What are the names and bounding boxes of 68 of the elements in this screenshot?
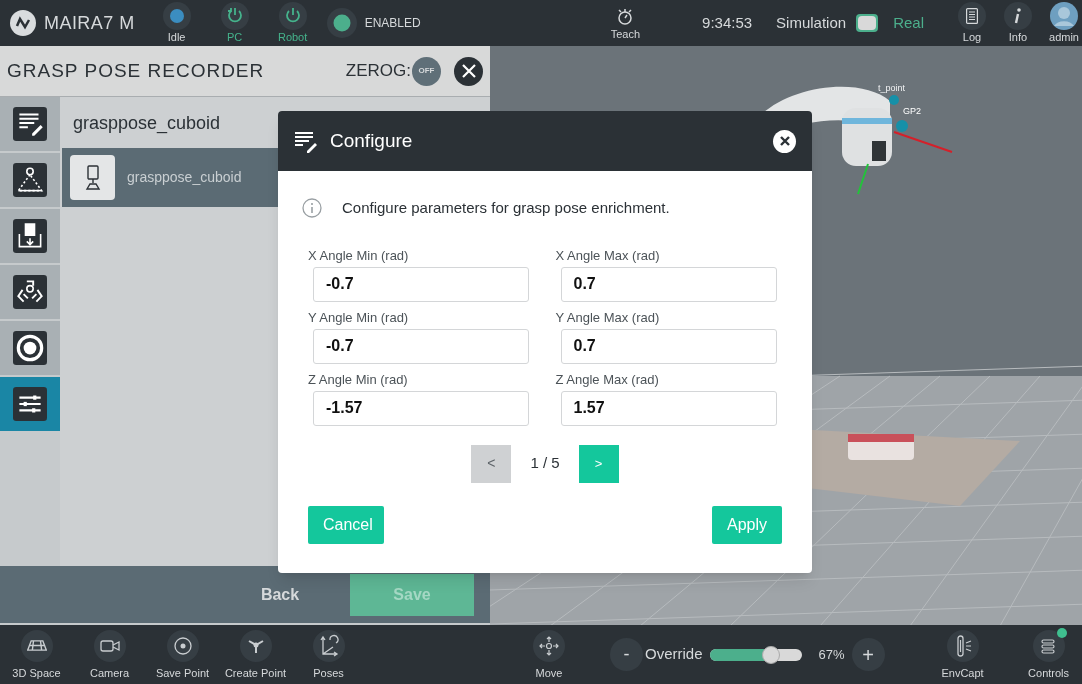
tool-tab[interactable] [0,265,60,319]
input-field[interactable]: -0.7 [313,266,529,302]
toolbar-button[interactable]: Move [528,629,570,680]
document-icon [966,8,978,24]
increase-button[interactable]: + [851,638,885,671]
tool-tab[interactable] [0,153,60,207]
input-field[interactable]: 1.57 [560,390,777,426]
close-icon [461,64,476,78]
toolbar-button[interactable]: Save Point [146,629,219,680]
status-label: Robot [277,30,308,44]
page-indicator: 1 / 5 [530,453,560,474]
avatar-icon [1050,2,1078,30]
zerog-label: ZEROG: [345,60,411,83]
grid-plane-icon [26,640,47,651]
scan-icon [13,163,47,197]
field-label: X Angle Max (rad) [555,247,661,264]
tool-tab[interactable] [0,97,60,151]
close-button[interactable] [773,129,796,153]
field-label: Y Angle Max (rad) [555,309,661,326]
toolbar-button[interactable]: EnvCapt [934,629,991,680]
import-icon [13,219,47,253]
panel-title: GRASP POSE RECORDER [7,58,265,83]
toolbar-button[interactable]: Create Point [219,629,292,680]
logo-icon [10,10,36,36]
real-label: Real [893,12,924,33]
user-button[interactable]: admin [1046,2,1082,44]
tool-tab[interactable] [0,209,60,263]
edit-icon [13,107,47,141]
edit-icon [294,129,318,153]
tool-tab[interactable] [0,321,60,375]
point-label: GP2 [903,105,921,118]
clock-time: 9:34:53 [702,12,753,33]
input-field[interactable]: 0.7 [560,328,777,364]
back-button[interactable]: Back [218,573,342,616]
list-title: grasppose_cuboid [73,112,221,136]
field-label: X Angle Min (rad) [308,247,410,264]
toolbar-button[interactable]: Poses [292,629,365,680]
toolbar-button[interactable]: Controls [1020,629,1077,680]
toolbar-button[interactable]: Camera [73,629,146,680]
status-label: PC [227,30,243,44]
input-field[interactable]: -1.57 [313,390,529,426]
zerog-toggle[interactable]: OFF [412,56,441,86]
info-icon [1014,8,1022,24]
gripper-icon [13,275,47,309]
status-label: Idle [167,30,186,44]
robot-name: MAIRA7 M [44,11,135,35]
close-button[interactable] [454,56,483,86]
decrease-button[interactable]: - [610,638,643,671]
mode-toggle[interactable] [856,14,879,32]
gripper-pose-icon [83,164,102,191]
field-label: Z Angle Min (rad) [308,371,409,388]
input-field[interactable]: -0.7 [313,328,529,364]
input-field[interactable]: 0.7 [560,266,777,302]
target-icon [13,331,47,365]
field-label: Y Angle Min (rad) [308,309,410,326]
override-slider[interactable] [709,648,802,661]
point-label: t_point [878,82,906,95]
enabled-label: ENABLED [364,15,421,32]
override-value: 67% [818,645,845,664]
tool-tab[interactable] [0,377,60,431]
override-label: Override [645,644,703,665]
teach-button[interactable]: Teach [610,5,640,41]
sliders-icon [13,387,47,421]
toolbar-button[interactable]: 3D Space [0,629,73,680]
field-label: Z Angle Max (rad) [555,371,660,388]
simulation-label: Simulation [776,12,847,33]
info-icon [302,198,322,219]
close-icon [779,136,790,146]
